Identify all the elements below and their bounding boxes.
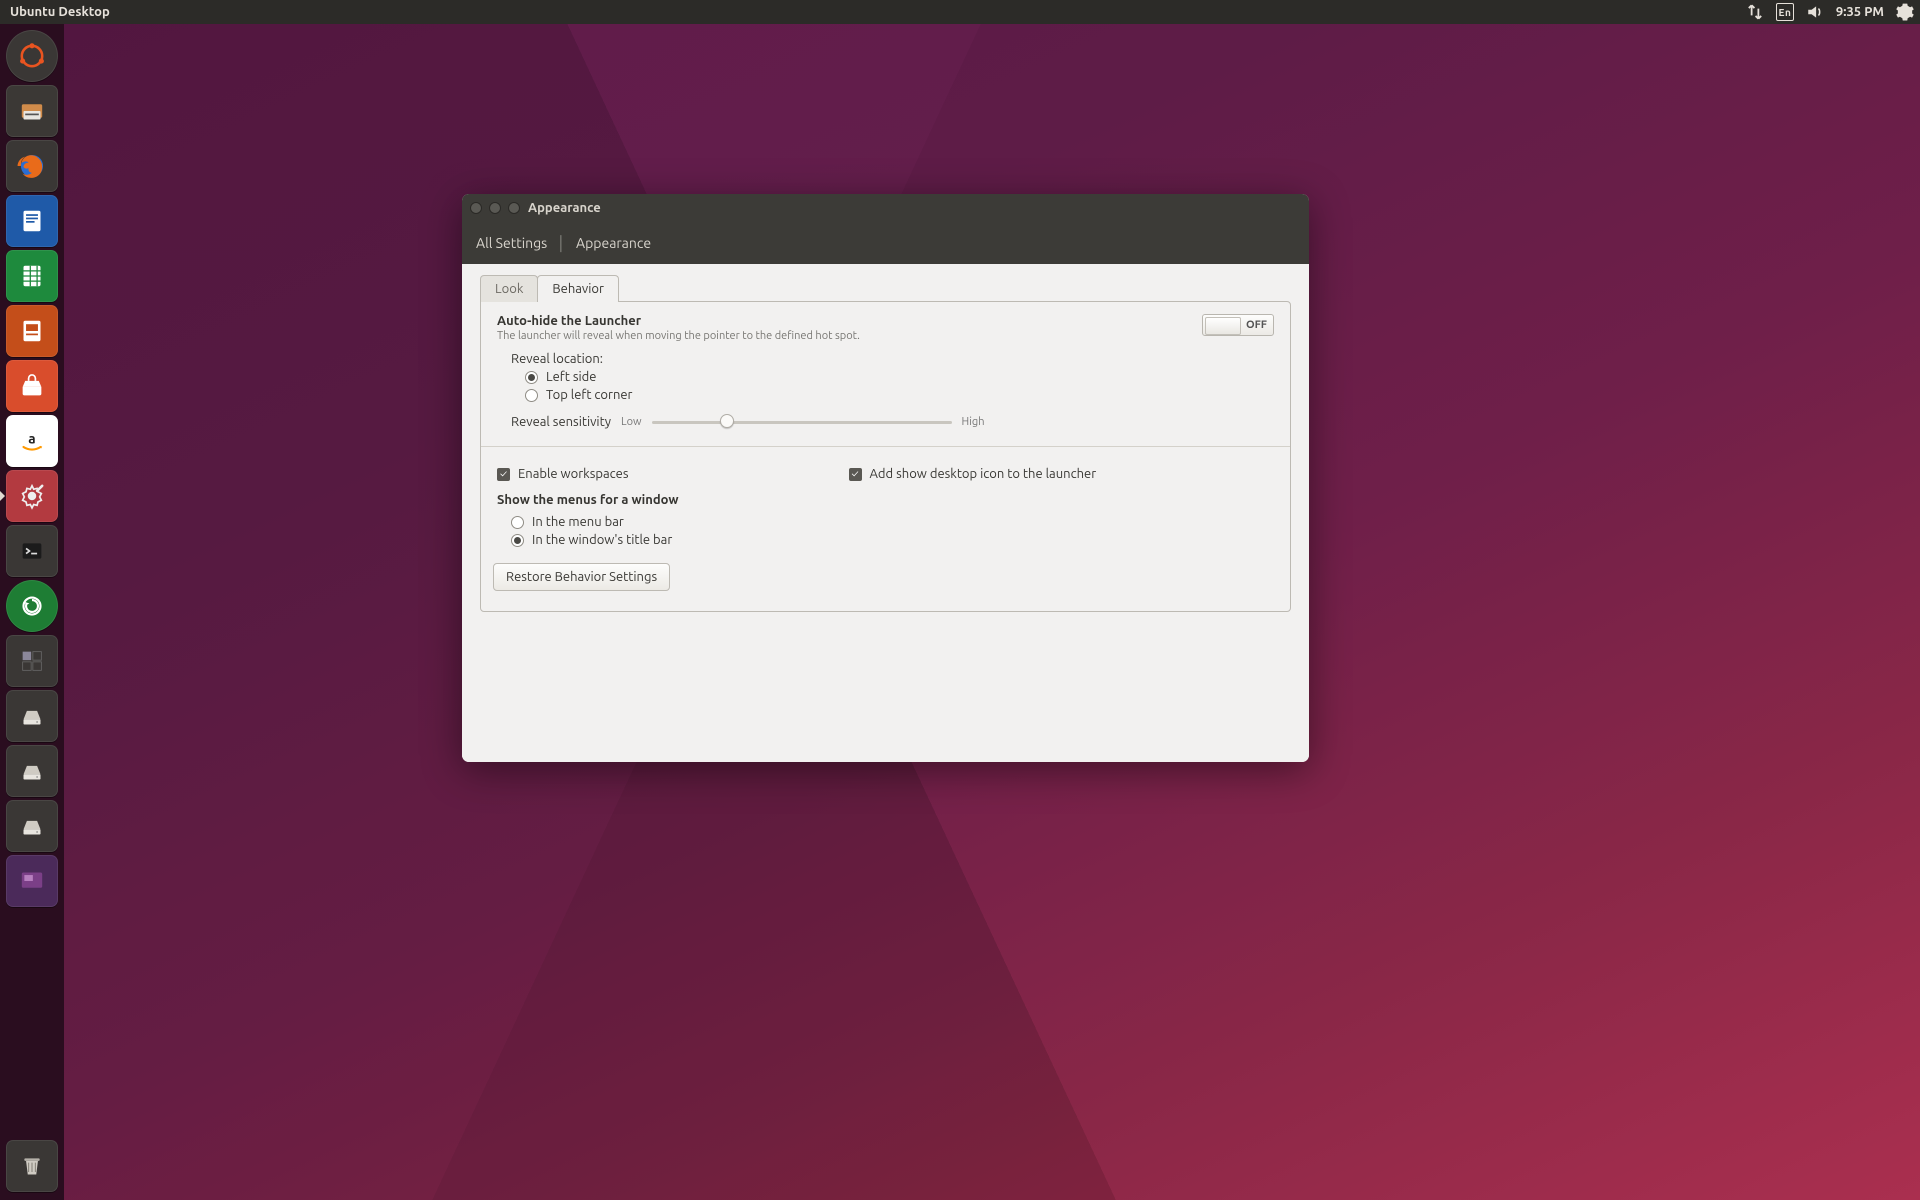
show-desktop-checkbox[interactable] — [849, 468, 862, 481]
sensitivity-low: Low — [621, 416, 642, 428]
clock[interactable]: 9:35 PM — [1836, 5, 1884, 19]
autohide-switch[interactable]: OFF — [1202, 314, 1274, 336]
breadcrumb: All Settings │ Appearance — [462, 222, 1309, 264]
radio-top-left-corner[interactable] — [525, 389, 538, 402]
radio-menu-bar-label: In the menu bar — [532, 515, 624, 529]
mounted-drive-icon[interactable] — [6, 690, 58, 742]
radio-top-left-corner-label: Top left corner — [546, 388, 632, 402]
breadcrumb-appearance: Appearance — [576, 235, 651, 251]
show-desktop-icon[interactable] — [6, 855, 58, 907]
radio-title-bar[interactable] — [511, 534, 524, 547]
svg-text:a: a — [28, 431, 35, 447]
file-manager-icon[interactable] — [6, 85, 58, 137]
tabstrip: Look Behavior — [480, 274, 1291, 301]
breadcrumb-all-settings[interactable]: All Settings — [476, 235, 547, 251]
maximize-icon[interactable] — [508, 202, 520, 214]
appearance-settings-window: Appearance All Settings │ Appearance Loo… — [462, 194, 1309, 762]
mounted-drive-icon[interactable] — [6, 745, 58, 797]
impress-icon[interactable] — [6, 305, 58, 357]
minimize-icon[interactable] — [489, 202, 501, 214]
dash-icon[interactable] — [6, 30, 58, 82]
menus-heading: Show the menus for a window — [497, 493, 1274, 507]
trash-icon[interactable] — [6, 1140, 58, 1192]
session-gear-icon[interactable] — [1896, 3, 1914, 21]
radio-left-side-label: Left side — [546, 370, 596, 384]
terminal-icon[interactable] — [6, 525, 58, 577]
mounted-drive-icon[interactable] — [6, 800, 58, 852]
radio-menu-bar[interactable] — [511, 516, 524, 529]
radio-title-bar-label: In the window's title bar — [532, 533, 672, 547]
window-title: Appearance — [528, 201, 601, 215]
writer-icon[interactable] — [6, 195, 58, 247]
autohide-subtext: The launcher will reveal when moving the… — [497, 330, 1202, 342]
software-updater-icon[interactable] — [6, 580, 58, 632]
software-center-icon[interactable] — [6, 360, 58, 412]
sensitivity-slider[interactable] — [652, 414, 952, 430]
keyboard-layout-icon[interactable]: En — [1776, 3, 1794, 21]
reveal-location-label: Reveal location: — [511, 352, 1274, 366]
show-desktop-label: Add show desktop icon to the launcher — [870, 467, 1097, 481]
radio-left-side[interactable] — [525, 371, 538, 384]
window-controls — [470, 202, 520, 214]
system-settings-icon[interactable] — [6, 470, 58, 522]
autohide-heading: Auto-hide the Launcher — [497, 314, 1202, 328]
close-icon[interactable] — [470, 202, 482, 214]
firefox-icon[interactable] — [6, 140, 58, 192]
amazon-icon[interactable]: a — [6, 415, 58, 467]
tab-behavior[interactable]: Behavior — [537, 275, 619, 302]
system-tray: En 9:35 PM — [1746, 3, 1914, 21]
top-panel: Ubuntu Desktop En 9:35 PM — [0, 0, 1920, 24]
enable-workspaces-label: Enable workspaces — [518, 467, 629, 481]
restore-behavior-button[interactable]: Restore Behavior Settings — [493, 563, 670, 591]
breadcrumb-separator: │ — [557, 235, 566, 251]
workspace-switcher-icon[interactable] — [6, 635, 58, 687]
tab-look[interactable]: Look — [480, 275, 538, 302]
switch-label: OFF — [1246, 319, 1267, 331]
window-titlebar[interactable]: Appearance — [462, 194, 1309, 222]
sensitivity-label: Reveal sensitivity — [511, 415, 611, 429]
enable-workspaces-checkbox[interactable] — [497, 468, 510, 481]
unity-launcher: a — [0, 24, 64, 1200]
calc-icon[interactable] — [6, 250, 58, 302]
behavior-panel: Auto-hide the Launcher The launcher will… — [480, 301, 1291, 612]
sound-icon[interactable] — [1806, 3, 1824, 21]
sensitivity-high: High — [962, 416, 985, 428]
network-icon[interactable] — [1746, 3, 1764, 21]
panel-title: Ubuntu Desktop — [6, 5, 110, 19]
